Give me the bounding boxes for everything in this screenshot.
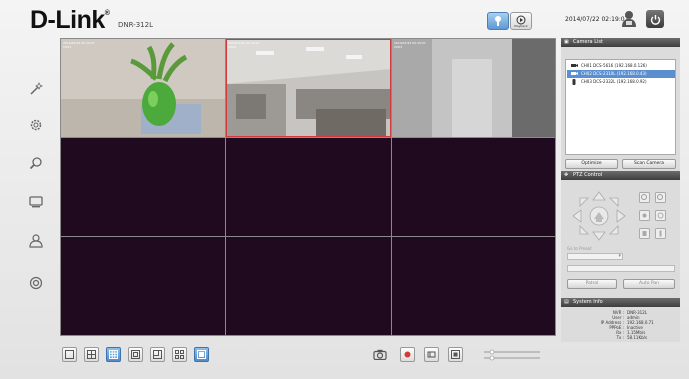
- model-name: DNR-312L: [118, 21, 153, 29]
- video-cell-ch01[interactable]: 2014/07/22 02:19:07 CH01: [61, 39, 225, 137]
- camera-icon: [372, 349, 387, 360]
- sequence-button[interactable]: [172, 347, 187, 362]
- wizard-icon[interactable]: [27, 80, 45, 98]
- search-icon[interactable]: [27, 154, 45, 172]
- record-icon: [404, 351, 411, 358]
- snapshot-button[interactable]: [372, 347, 387, 362]
- user-management-icon[interactable]: [27, 232, 45, 250]
- status-icon[interactable]: [27, 274, 45, 292]
- sequence-icon: [175, 350, 184, 359]
- layout-2x2-button[interactable]: [84, 347, 99, 362]
- camera-feed-room: [392, 39, 555, 137]
- power-icon: [650, 14, 660, 25]
- ptz-control-header[interactable]: ✥ PTZ Control: [561, 171, 680, 180]
- camera-item-ch03[interactable]: CH03 DCS-2332L (192.168.0.92): [567, 78, 675, 86]
- logout-button[interactable]: [646, 10, 664, 28]
- camera-list: CH01 DCS-5616 (192.168.0.126) CH02 DCS-2…: [565, 59, 676, 155]
- ptz-control-body: Go to Preset ▾ Patrol Auto Pan: [561, 180, 680, 298]
- video-cell-ch02[interactable]: 2014/07/22 02:19:07 CH02: [226, 39, 391, 137]
- live-view-button[interactable]: [487, 12, 509, 30]
- volume-sliders: [478, 349, 546, 361]
- auto-pan-button[interactable]: Auto Pan: [623, 279, 675, 289]
- layout-1plus7-icon: [153, 350, 162, 359]
- camera-item-ch01[interactable]: CH01 DCS-5616 (192.168.0.126): [567, 62, 675, 70]
- video-cell-ch05[interactable]: [226, 138, 391, 236]
- playback-icon: [516, 15, 526, 24]
- patrol-button[interactable]: Patrol: [567, 279, 617, 289]
- ptz-direction-pad[interactable]: [571, 190, 627, 242]
- video-cell-ch08[interactable]: [226, 237, 391, 335]
- preset-label: Go to Preset: [567, 246, 592, 251]
- system-info-icon: ▤: [564, 299, 569, 305]
- layout-2x2-icon: [87, 350, 96, 359]
- settings-icon[interactable]: [27, 116, 45, 134]
- video-cell-ch09[interactable]: [392, 237, 555, 335]
- fullscreen-icon: [197, 350, 206, 359]
- layout-1plus5-icon: [131, 350, 140, 359]
- right-panel: ▣ Camera List CH01 DCS-5616 (192.168.0.1…: [561, 38, 680, 342]
- playback-button[interactable]: Playback: [510, 12, 532, 30]
- dlink-logo: D-Link®: [30, 6, 110, 34]
- iris-open-icon[interactable]: [639, 228, 650, 241]
- ptz-icon: ✥: [564, 172, 569, 178]
- zoom-out-icon[interactable]: [655, 192, 666, 205]
- optimize-button[interactable]: Optimize: [565, 159, 618, 169]
- live-view-grid: 2014/07/22 02:19:07 CH01 2014/07/22 02:1…: [60, 38, 556, 336]
- live-view-icon: [495, 16, 501, 26]
- playback-label: Playback: [514, 23, 528, 28]
- display-icon[interactable]: [27, 193, 45, 211]
- layout-3x3-icon: [109, 350, 118, 359]
- focus-far-icon[interactable]: [655, 210, 666, 223]
- camera-feed-office: [226, 39, 391, 137]
- focus-near-icon[interactable]: [639, 210, 650, 223]
- video-cell-ch04[interactable]: [61, 138, 225, 236]
- video-cell-ch07[interactable]: [61, 237, 225, 335]
- video-cell-ch06[interactable]: [392, 138, 555, 236]
- zoom-icon: [451, 350, 460, 359]
- cell-osd: 2014/07/22 02:19:07 CH01: [63, 41, 95, 49]
- layout-1x1-button[interactable]: [62, 347, 77, 362]
- patrol-input[interactable]: [567, 265, 675, 272]
- record-button[interactable]: [400, 347, 415, 362]
- chevron-down-icon: ▾: [618, 253, 621, 259]
- system-info-header[interactable]: ▤ System Info: [561, 298, 680, 307]
- camera-item-ch02[interactable]: CH02 DCS-2310L (192.168.0.43): [567, 70, 675, 78]
- cell-osd: 2014/07/22 02:19:07 CH03: [394, 41, 426, 49]
- user-account-icon[interactable]: [621, 10, 637, 30]
- camera-list-body: CH01 DCS-5616 (192.168.0.126) CH02 DCS-2…: [561, 47, 680, 171]
- slider-knob-top: [489, 349, 495, 355]
- zoom-in-icon[interactable]: [639, 192, 650, 205]
- audio-icon: [427, 351, 436, 358]
- camera-feed-plant: [61, 39, 225, 137]
- slider-knob-bottom: [489, 355, 495, 361]
- layout-1plus5-button[interactable]: [128, 347, 143, 362]
- system-info-body: NVR : DNR-312L User : admin IP Address :19…: [561, 307, 680, 342]
- fullscreen-button[interactable]: [194, 347, 209, 362]
- video-cell-ch03[interactable]: 2014/07/22 02:19:07 CH03: [392, 39, 555, 137]
- layout-3x3-button[interactable]: [106, 347, 121, 362]
- layout-1plus7-button[interactable]: [150, 347, 165, 362]
- layout-1x1-icon: [65, 350, 74, 359]
- audio-button[interactable]: [424, 347, 439, 362]
- cell-osd: 2014/07/22 02:19:07 CH02: [228, 41, 260, 49]
- scan-camera-button[interactable]: Scan Camera: [622, 159, 676, 169]
- camera-device-icon: [571, 79, 578, 88]
- camera-list-icon: ▣: [564, 39, 569, 45]
- iris-close-icon[interactable]: [655, 228, 666, 241]
- zoom-button[interactable]: [448, 347, 463, 362]
- camera-list-header[interactable]: ▣ Camera List: [561, 38, 680, 47]
- preset-select[interactable]: ▾: [567, 253, 623, 260]
- datetime-display: 2014/07/22 02:19:07: [565, 16, 629, 23]
